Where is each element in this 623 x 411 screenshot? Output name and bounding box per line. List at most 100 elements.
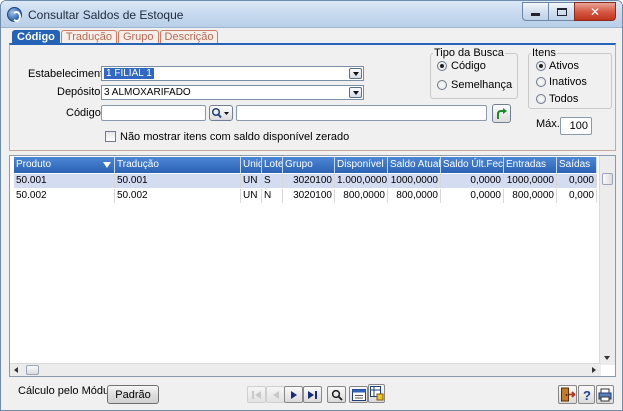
estabelecimento-value: 1 FILIAL 1 xyxy=(104,68,154,79)
codigo-input[interactable] xyxy=(101,105,206,121)
last-icon xyxy=(308,390,314,399)
column-header-saldo-ult-fech[interactable]: Saldo Últ.Fech. xyxy=(441,157,504,173)
deposito-value: 3 ALMOXARIFADO xyxy=(104,87,191,98)
search-tabs: Código Tradução Grupo Descrição xyxy=(12,30,219,44)
tab-traducao[interactable]: Tradução xyxy=(60,30,117,44)
column-header-produto[interactable]: Produto xyxy=(14,157,115,173)
print-button[interactable] xyxy=(596,385,614,404)
go-arrow-icon xyxy=(496,107,507,119)
itens-legend: Itens xyxy=(532,47,556,59)
codigo-label: Código xyxy=(66,107,101,119)
cell-grupo: 3020100 xyxy=(283,189,335,203)
cell-saidas: 0,000 xyxy=(557,189,597,203)
tab-descricao[interactable]: Descrição xyxy=(159,30,219,44)
padrao-button[interactable]: Padrão xyxy=(107,385,159,404)
scroll-down-arrow-icon[interactable] xyxy=(604,356,610,360)
scroll-left-arrow-icon[interactable] xyxy=(14,367,18,373)
cell-produto: 50.002 xyxy=(14,189,115,203)
cell-lote: S xyxy=(262,174,283,188)
tipo-busca-semelhanca-label: Semelhança xyxy=(451,79,513,91)
window-title: Consultar Saldos de Estoque xyxy=(28,8,184,22)
form-view-button[interactable] xyxy=(349,386,368,403)
sort-down-icon[interactable] xyxy=(103,162,111,168)
cell-saidas: 0,000 xyxy=(557,174,597,188)
svg-text:?: ? xyxy=(583,388,591,402)
first-record-button[interactable] xyxy=(247,386,266,403)
minimize-button[interactable] xyxy=(522,2,549,21)
cell-unid: UN xyxy=(241,174,262,188)
title-bar[interactable]: Consultar Saldos de Estoque ✕ xyxy=(1,1,622,28)
maximize-icon xyxy=(556,7,567,16)
cell-traducao: 50.002 xyxy=(115,189,241,203)
cell-lote: N xyxy=(262,189,283,203)
tipo-busca-codigo-radio[interactable] xyxy=(437,61,447,71)
hide-zero-checkbox[interactable] xyxy=(105,131,116,142)
cell-saldo-ult-fech: 0,0000 xyxy=(441,174,504,188)
column-header-grupo[interactable]: Grupo xyxy=(283,157,335,173)
grid-export-button[interactable] xyxy=(368,384,385,403)
itens-todos-radio[interactable] xyxy=(536,94,546,104)
tipo-busca-codigo-label: Código xyxy=(451,60,486,72)
tab-codigo[interactable]: Código xyxy=(12,30,60,44)
tab-grupo[interactable]: Grupo xyxy=(117,30,159,44)
max-label: Máx. xyxy=(536,118,560,130)
estabelecimento-label: Estabelecimento xyxy=(28,68,110,80)
cell-saldo-ult-fech: 0,0000 xyxy=(441,189,504,203)
find-button[interactable] xyxy=(327,386,346,403)
column-header-entradas[interactable]: Entradas xyxy=(504,157,557,173)
estabelecimento-select[interactable]: 1 FILIAL 1 xyxy=(101,66,364,81)
close-icon: ✕ xyxy=(589,4,601,19)
chevron-down-icon[interactable] xyxy=(349,87,362,98)
cell-grupo: 3020100 xyxy=(283,174,335,188)
column-header-saldo-atual[interactable]: Saldo Atual xyxy=(388,157,441,173)
chevron-down-icon[interactable] xyxy=(349,68,362,79)
itens-ativos-radio[interactable] xyxy=(536,61,546,71)
cell-produto: 50.001 xyxy=(14,174,115,188)
form-view-icon xyxy=(351,388,366,401)
descricao-input[interactable] xyxy=(236,105,487,121)
vertical-scroll-thumb[interactable] xyxy=(602,173,613,185)
max-input[interactable]: 100 xyxy=(560,117,592,135)
next-icon xyxy=(290,390,297,399)
cell-unid: UN xyxy=(241,189,262,203)
help-icon: ? xyxy=(583,388,591,402)
vertical-scrollbar[interactable] xyxy=(599,156,615,365)
exit-button[interactable] xyxy=(558,385,577,404)
magnifier-icon xyxy=(211,107,229,119)
help-button[interactable]: ? xyxy=(578,385,595,404)
minimize-icon xyxy=(531,13,540,16)
table-row[interactable]: 50.002 50.002 UN N 3020100 800,0000 800,… xyxy=(14,189,597,203)
column-header-disponivel[interactable]: Disponível xyxy=(335,157,388,173)
saldo-grid[interactable]: Produto Tradução Unid Lote Grupo Disponí… xyxy=(9,155,616,377)
hide-zero-label: Não mostrar itens com saldo disponível z… xyxy=(120,131,350,143)
close-button[interactable]: ✕ xyxy=(574,2,616,21)
previous-icon xyxy=(272,390,279,399)
column-header-traducao[interactable]: Tradução xyxy=(115,157,241,173)
column-header-unid[interactable]: Unid xyxy=(241,157,262,173)
search-button[interactable] xyxy=(209,105,233,121)
magnifier-icon xyxy=(331,389,343,401)
cell-saldo-atual: 1000,0000 xyxy=(388,174,441,188)
tipo-busca-semelhanca-radio[interactable] xyxy=(437,80,447,90)
exit-door-icon xyxy=(561,387,575,402)
cell-entradas: 1000,0000 xyxy=(504,174,557,188)
column-header-lote[interactable]: Lote xyxy=(262,157,283,173)
last-record-button[interactable] xyxy=(303,386,322,403)
table-row[interactable]: 50.001 50.001 UN S 3020100 1.000,0000 10… xyxy=(14,174,597,188)
go-button[interactable] xyxy=(492,104,511,123)
print-icon xyxy=(598,388,612,401)
deposito-select[interactable]: 3 ALMOXARIFADO xyxy=(101,85,364,100)
itens-inativos-radio[interactable] xyxy=(536,77,546,87)
cell-disponivel: 800,0000 xyxy=(335,189,388,203)
horizontal-scrollbar[interactable] xyxy=(10,363,601,376)
next-record-button[interactable] xyxy=(284,386,303,403)
cell-disponivel: 1.000,0000 xyxy=(337,174,388,188)
itens-ativos-label: Ativos xyxy=(549,60,579,72)
itens-inativos-label: Inativos xyxy=(549,76,587,88)
scroll-right-arrow-icon[interactable] xyxy=(592,367,596,373)
previous-record-button[interactable] xyxy=(266,386,285,403)
maximize-button[interactable] xyxy=(548,2,575,21)
tipo-busca-group: Tipo da Busca xyxy=(430,47,518,99)
column-header-saidas[interactable]: Saídas xyxy=(557,157,597,173)
horizontal-scroll-thumb[interactable] xyxy=(26,365,39,375)
